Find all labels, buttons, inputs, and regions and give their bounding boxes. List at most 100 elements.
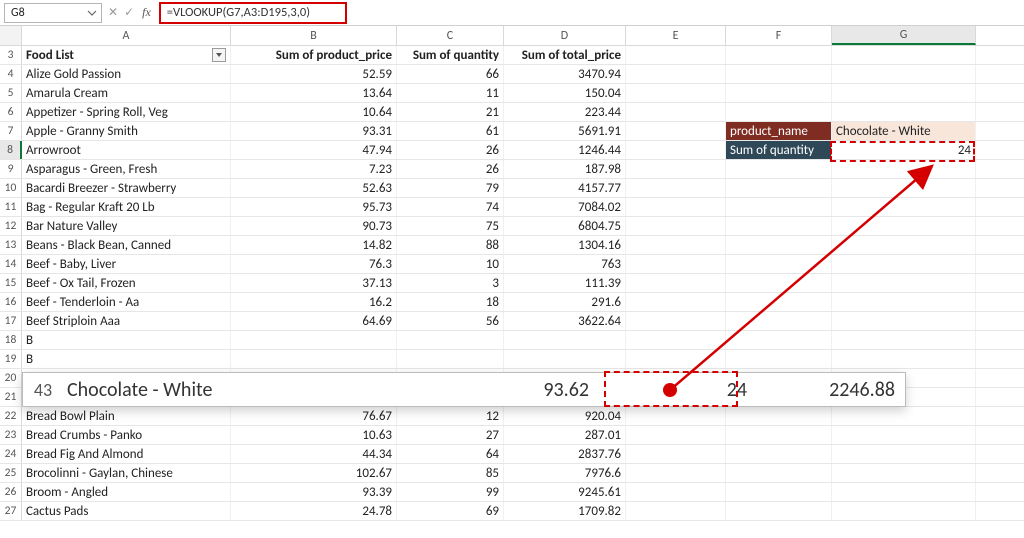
cell[interactable]: 9245.61 [504,483,626,501]
cell[interactable]: Beef - Tenderloin - Aa [22,293,231,311]
col-header-B[interactable]: B [231,26,397,45]
cell[interactable]: 10 [397,255,504,273]
cell[interactable]: 6804.75 [504,217,626,235]
cell[interactable]: B [22,350,231,368]
col-header-E[interactable]: E [626,26,726,45]
cell[interactable] [726,502,832,520]
cell[interactable] [626,464,726,482]
cell[interactable] [626,46,726,64]
row-header[interactable]: 11 [0,198,22,216]
cell[interactable]: 52.63 [231,179,397,197]
cell[interactable]: 7976.6 [504,464,626,482]
row-header[interactable]: 19 [0,350,22,368]
cell[interactable] [626,103,726,121]
cell[interactable] [726,445,832,463]
cell[interactable]: Sum of quantity [397,46,504,64]
col-header-C[interactable]: C [397,26,504,45]
cell[interactable]: 75 [397,217,504,235]
cell[interactable] [832,312,976,330]
cell[interactable]: 85 [397,464,504,482]
cell[interactable]: Bread Bowl Plain [22,407,231,425]
cell[interactable] [626,141,726,159]
cell[interactable]: 3470.94 [504,65,626,83]
cell[interactable]: 61 [397,122,504,140]
cell[interactable]: product_name [726,122,832,140]
cell[interactable] [626,84,726,102]
row-header[interactable]: 18 [0,331,22,349]
col-header-G[interactable]: G [832,26,976,45]
cell[interactable]: 10.63 [231,426,397,444]
row-header[interactable]: 9 [0,160,22,178]
cell[interactable]: 26 [397,141,504,159]
cell[interactable] [626,426,726,444]
cell[interactable]: 150.04 [504,84,626,102]
cell[interactable]: 14.82 [231,236,397,254]
cell[interactable]: 99 [397,483,504,501]
cell[interactable] [626,293,726,311]
cell[interactable]: 1304.16 [504,236,626,254]
cell[interactable]: 3 [397,274,504,292]
cell[interactable] [626,502,726,520]
cell[interactable]: Apple - Granny Smith [22,122,231,140]
cell[interactable]: Sum of quantity [726,141,832,159]
cell[interactable] [726,160,832,178]
cell[interactable]: 13.64 [231,84,397,102]
row-header[interactable]: 27 [0,502,22,520]
cell[interactable]: 1709.82 [504,502,626,520]
cell[interactable]: 93.31 [231,122,397,140]
cell[interactable]: Asparagus - Green, Fresh [22,160,231,178]
cell[interactable]: Broom - Angled [22,483,231,501]
cell[interactable] [832,464,976,482]
cell[interactable]: 26 [397,160,504,178]
col-header-A[interactable]: A [22,26,231,45]
cell[interactable]: 920.04 [504,407,626,425]
cell[interactable]: 16.2 [231,293,397,311]
cell[interactable]: 102.67 [231,464,397,482]
cell[interactable] [726,46,832,64]
cell[interactable]: 56 [397,312,504,330]
cell[interactable]: Bread Crumbs - Panko [22,426,231,444]
cell[interactable] [832,331,976,349]
cell[interactable]: Cactus Pads [22,502,231,520]
cell[interactable]: Beef - Baby, Liver [22,255,231,273]
cell[interactable] [726,198,832,216]
cell[interactable]: 52.59 [231,65,397,83]
cell[interactable]: 76.3 [231,255,397,273]
accept-formula-icon[interactable]: ✓ [124,5,134,20]
row-header[interactable]: 16 [0,293,22,311]
cell[interactable]: 5691.91 [504,122,626,140]
row-header[interactable]: 7 [0,122,22,140]
row-header[interactable]: 24 [0,445,22,463]
cell[interactable]: 287.01 [504,426,626,444]
cell[interactable]: Sum of total_price [504,46,626,64]
cell[interactable]: 12 [397,407,504,425]
cell[interactable]: 93.39 [231,483,397,501]
cell[interactable]: Appetizer - Spring Roll, Veg [22,103,231,121]
row-header[interactable]: 10 [0,179,22,197]
cell[interactable]: Beans - Black Bean, Canned [22,236,231,254]
cell[interactable] [832,426,976,444]
cell[interactable]: Beef Striploin Aaa [22,312,231,330]
cell[interactable] [504,331,626,349]
cell[interactable]: 3622.64 [504,312,626,330]
cell[interactable] [626,236,726,254]
select-all-corner[interactable] [0,26,22,45]
cell[interactable] [726,312,832,330]
cell[interactable] [397,350,504,368]
cell[interactable] [726,426,832,444]
cell[interactable] [726,103,832,121]
row-header[interactable]: 6 [0,103,22,121]
cell[interactable] [626,65,726,83]
name-box[interactable]: G8 [4,3,102,23]
cell[interactable]: Food List [22,46,231,64]
cell[interactable] [231,350,397,368]
row-header[interactable]: 25 [0,464,22,482]
cell[interactable]: B [22,331,231,349]
cell[interactable]: 24 [832,141,976,159]
cell[interactable] [832,160,976,178]
cell[interactable] [832,46,976,64]
cell[interactable] [626,483,726,501]
cell[interactable] [626,274,726,292]
row-header[interactable]: 20 [0,369,22,387]
cell[interactable]: 47.94 [231,141,397,159]
